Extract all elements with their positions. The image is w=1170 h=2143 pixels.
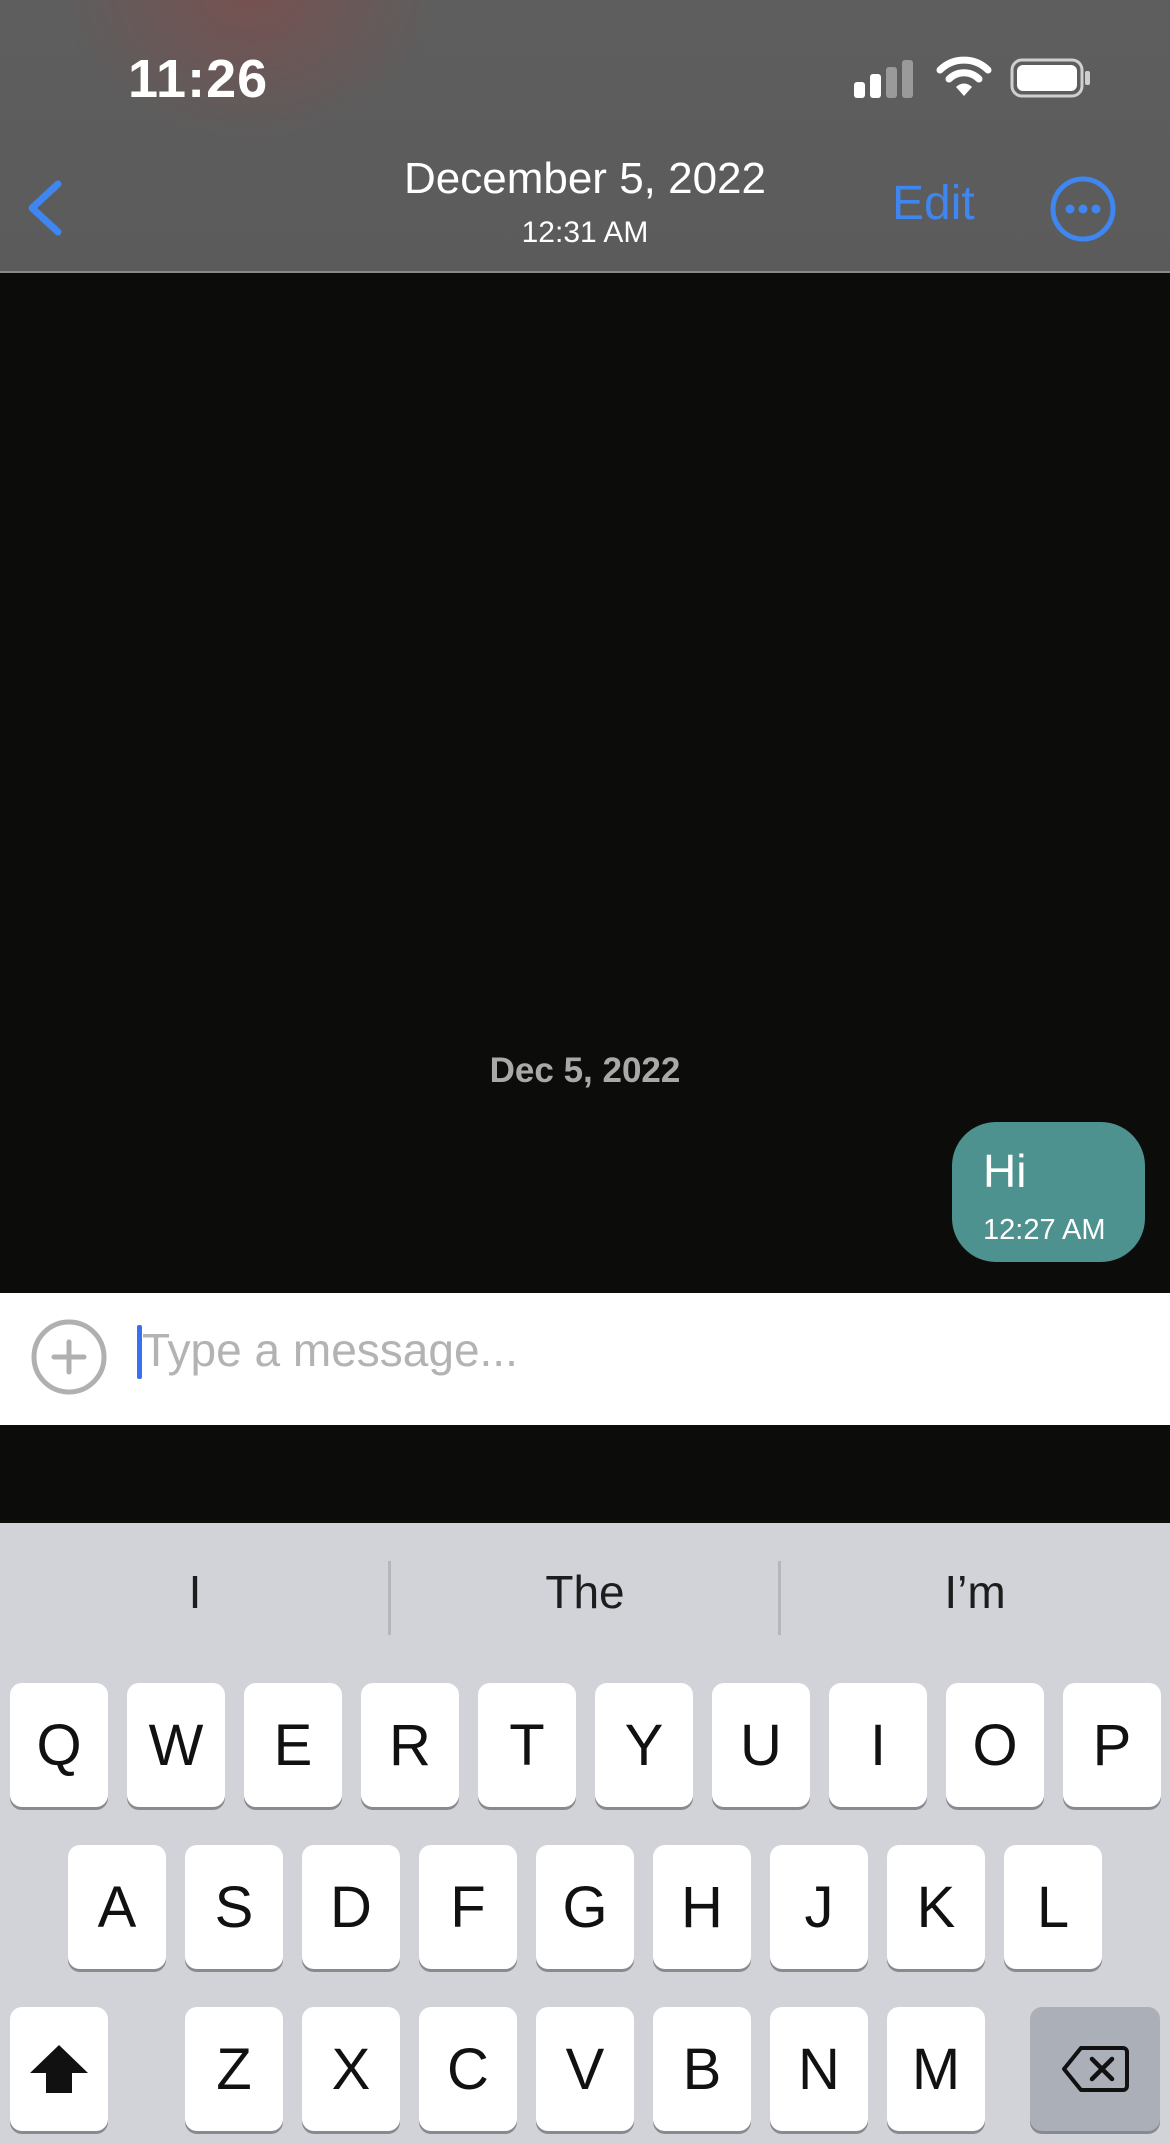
key-d[interactable]: D [302, 1845, 400, 1969]
outgoing-message-bubble[interactable]: Hi 12:27 AM [952, 1122, 1145, 1262]
key-i[interactable]: I [829, 1683, 927, 1807]
key-h[interactable]: H [653, 1845, 751, 1969]
key-p[interactable]: P [1063, 1683, 1161, 1807]
status-time: 11:26 [128, 49, 269, 109]
conversation-time-subtitle: 12:31 AM [521, 216, 649, 249]
key-g[interactable]: G [536, 1845, 634, 1969]
keyboard: I The I’m Q W E R T Y U I O P A S D F G … [0, 1523, 1170, 2143]
key-l[interactable]: L [1004, 1845, 1102, 1969]
attach-button[interactable] [30, 1318, 108, 1396]
key-r[interactable]: R [361, 1683, 459, 1807]
key-u[interactable]: U [712, 1683, 810, 1807]
key-x[interactable]: X [302, 2007, 400, 2131]
shift-key[interactable] [10, 2007, 108, 2131]
plus-circle-icon [31, 1319, 107, 1395]
key-w[interactable]: W [127, 1683, 225, 1807]
message-composer [0, 1293, 1170, 1425]
navigation-header: 11:26 December 5, 2022 12:31 AM Edit [0, 0, 1170, 273]
wifi-icon [936, 56, 992, 96]
key-t[interactable]: T [478, 1683, 576, 1807]
key-e[interactable]: E [244, 1683, 342, 1807]
key-m[interactable]: M [887, 2007, 985, 2131]
key-f[interactable]: F [419, 1845, 517, 1969]
message-time: 12:27 AM [983, 1214, 1106, 1246]
key-n[interactable]: N [770, 2007, 868, 2131]
message-text: Hi [983, 1145, 1027, 1197]
suggestion-3[interactable]: I’m [780, 1565, 1170, 1619]
cellular-signal-icon [854, 60, 914, 98]
key-b[interactable]: B [653, 2007, 751, 2131]
conversation-date-title: December 5, 2022 [404, 154, 766, 203]
key-c[interactable]: C [419, 2007, 517, 2131]
date-separator: Dec 5, 2022 [489, 1051, 681, 1090]
key-a[interactable]: A [68, 1845, 166, 1969]
suggestion-2[interactable]: The [390, 1565, 780, 1619]
ellipsis-circle-icon [1050, 176, 1116, 242]
suggestion-1[interactable]: I [0, 1565, 390, 1619]
backspace-icon [1062, 2046, 1129, 2092]
key-v[interactable]: V [536, 2007, 634, 2131]
key-q[interactable]: Q [10, 1683, 108, 1807]
key-k[interactable]: K [887, 1845, 985, 1969]
header-divider [0, 271, 1170, 273]
more-options-button[interactable] [1049, 175, 1117, 243]
shift-arrow-icon [30, 2045, 88, 2093]
delete-key[interactable] [1030, 2007, 1160, 2131]
edit-button[interactable]: Edit [892, 176, 975, 231]
key-s[interactable]: S [185, 1845, 283, 1969]
battery-icon [1010, 58, 1090, 98]
key-j[interactable]: J [770, 1845, 868, 1969]
key-o[interactable]: O [946, 1683, 1044, 1807]
key-z[interactable]: Z [185, 2007, 283, 2131]
key-y[interactable]: Y [595, 1683, 693, 1807]
message-input[interactable] [142, 1315, 1132, 1385]
